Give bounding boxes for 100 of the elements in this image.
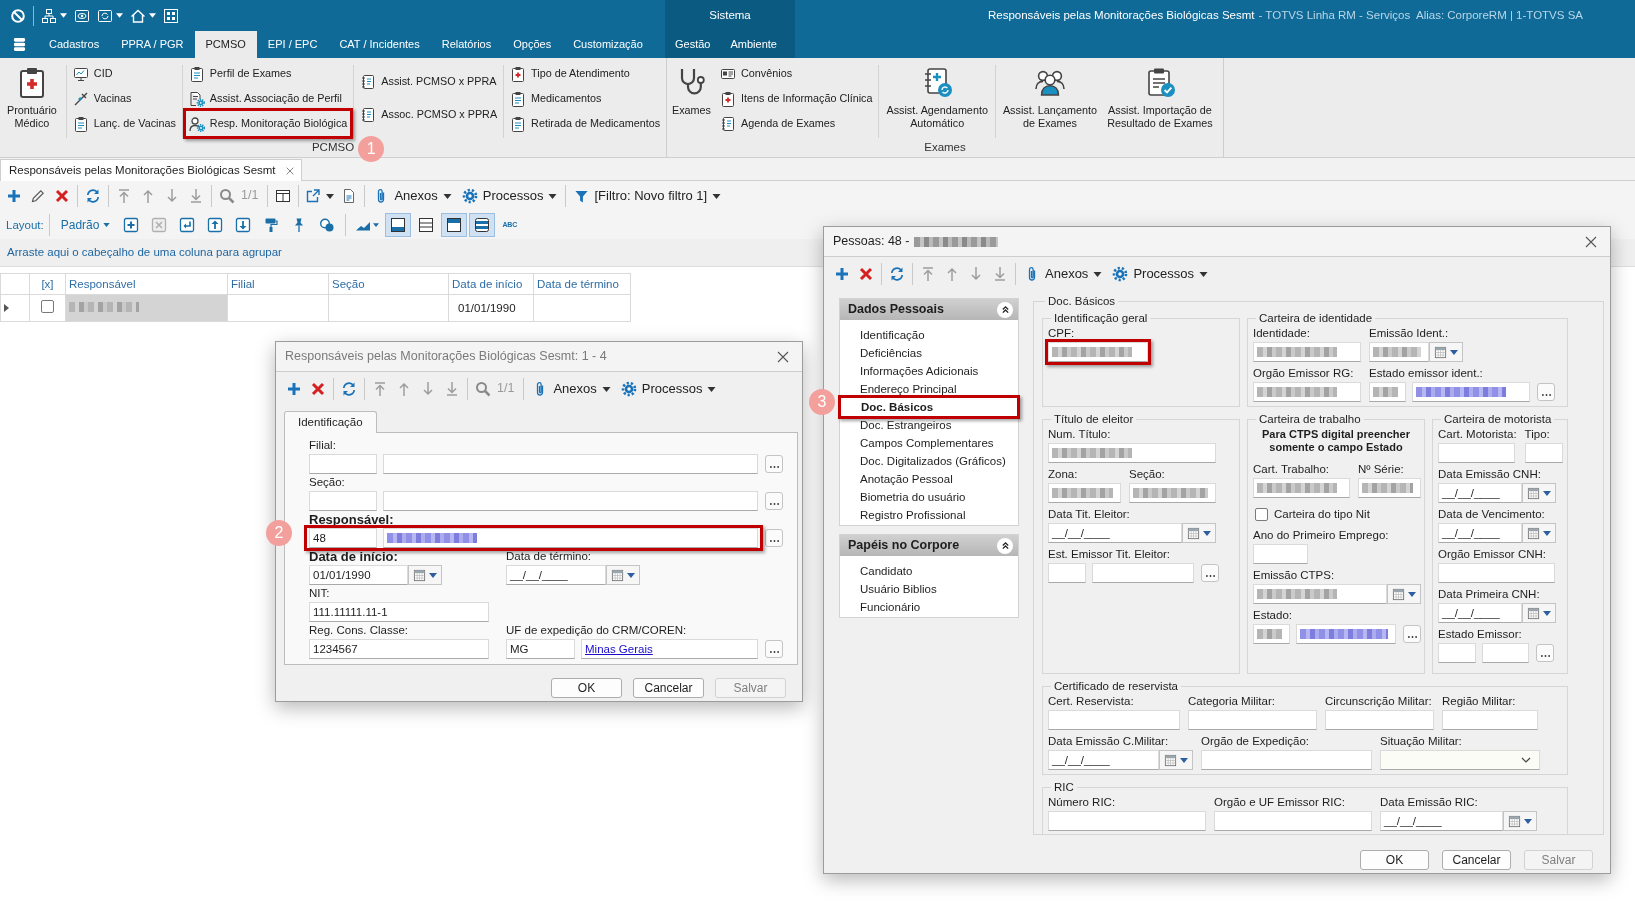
column-header[interactable]: Seção xyxy=(328,273,449,295)
lookup-button[interactable] xyxy=(1403,625,1421,643)
ribbon-button[interactable]: Tipo de Atendimento xyxy=(507,61,664,86)
dialog-button[interactable]: OK xyxy=(551,678,622,698)
menu-tab[interactable]: Relatórios xyxy=(430,31,503,58)
column-header[interactable]: [x] xyxy=(29,273,66,295)
dialog-button[interactable]: Cancelar xyxy=(633,678,704,698)
attachments-button[interactable]: Anexos xyxy=(527,377,616,401)
description-field[interactable] xyxy=(383,454,758,474)
sidebar-item[interactable]: Deficiências xyxy=(840,344,1018,362)
date-field[interactable]: __/__/____ xyxy=(1438,523,1522,543)
ribbon-button[interactable]: Exames xyxy=(667,61,716,140)
ribbon-button[interactable]: Assist. Importação de Resultado de Exames xyxy=(1102,61,1218,140)
text-field[interactable]: 111.11111.11-1 xyxy=(309,602,489,622)
date-field[interactable]: __/__/____ xyxy=(1048,523,1182,543)
attachments-button[interactable]: Anexos xyxy=(368,184,457,208)
collapse-button[interactable] xyxy=(997,301,1013,318)
description-field[interactable] xyxy=(1482,643,1529,663)
ribbon-button[interactable]: CID xyxy=(69,61,179,86)
code-field[interactable]: MG xyxy=(506,639,575,659)
close-tab-button[interactable] xyxy=(285,166,294,175)
date-field[interactable]: __/__/____ xyxy=(1438,603,1522,623)
ribbon-button[interactable]: Vacinas xyxy=(69,86,179,111)
lookup-button[interactable] xyxy=(765,492,783,510)
text-field[interactable] xyxy=(1358,478,1421,498)
text-field[interactable] xyxy=(1438,443,1515,463)
checkbox[interactable] xyxy=(41,299,54,313)
ribbon-button[interactable]: Assist. Lançamento de Exames xyxy=(997,61,1103,140)
ribbon-button[interactable]: Lanç. de Vacinas xyxy=(69,111,179,136)
select-field[interactable] xyxy=(1380,750,1540,770)
date-field[interactable] xyxy=(1369,342,1429,362)
text-field[interactable] xyxy=(1253,342,1361,362)
lookup-button[interactable] xyxy=(765,455,783,473)
layout-toggle-button[interactable] xyxy=(441,213,468,237)
ribbon-button[interactable]: Convênios xyxy=(717,61,876,86)
ribbon-button[interactable]: Prontuário Médico xyxy=(0,61,64,140)
dialog-button[interactable]: Cancelar xyxy=(1442,850,1511,870)
code-field[interactable] xyxy=(309,454,377,474)
code-field[interactable] xyxy=(1369,382,1406,402)
lookup-button[interactable] xyxy=(765,529,783,547)
text-field[interactable] xyxy=(1253,478,1350,498)
description-field[interactable] xyxy=(383,491,758,511)
sidebar-item[interactable]: Doc. Digitalizados (Gráficos) xyxy=(840,452,1018,470)
sidebar-item[interactable]: Doc. Estrangeiros xyxy=(840,416,1018,434)
menu-tab[interactable]: CAT / Incidentes xyxy=(328,31,431,58)
collapse-button[interactable] xyxy=(997,537,1013,554)
menu-tab[interactable]: Opções xyxy=(502,31,563,58)
ribbon-button[interactable]: Agenda de Exames xyxy=(717,111,876,136)
date-field[interactable]: __/__/____ xyxy=(506,565,606,585)
menu-tab[interactable]: Ambiente xyxy=(720,31,787,58)
sidebar-item[interactable]: Usuário Biblios xyxy=(840,580,1018,598)
sidebar-item[interactable]: Doc. Básicos xyxy=(841,398,1017,416)
description-field[interactable] xyxy=(1092,563,1194,583)
ribbon-button[interactable]: Itens de Informação Clínica xyxy=(717,86,876,111)
sidebar-item[interactable]: Anotação Pessoal xyxy=(840,470,1018,488)
description-field[interactable] xyxy=(1296,624,1396,644)
text-field[interactable] xyxy=(1438,563,1555,583)
calendar-button[interactable] xyxy=(1429,342,1463,362)
ribbon-button[interactable]: Resp. Monitoração Biológica xyxy=(185,111,351,136)
date-field[interactable]: 01/01/1990 xyxy=(309,565,408,585)
sidebar-item[interactable]: Endereço Principal xyxy=(840,380,1018,398)
column-header[interactable]: Data de término xyxy=(533,273,631,295)
processes-button[interactable]: Processos xyxy=(456,184,563,208)
filter-button[interactable]: [Filtro: Novo filtro 1] xyxy=(569,184,727,208)
text-field[interactable]: 1234567 xyxy=(309,639,489,659)
text-field[interactable] xyxy=(1214,811,1372,831)
layout-toggle-button[interactable] xyxy=(469,213,496,237)
text-field[interactable] xyxy=(1253,544,1308,564)
ribbon-button[interactable]: Retirada de Medicamentos xyxy=(507,111,664,136)
ribbon-button[interactable]: Perfil de Exames xyxy=(185,61,351,86)
description-field[interactable] xyxy=(383,528,758,548)
ribbon-button[interactable]: Medicamentos xyxy=(507,86,664,111)
text-field[interactable] xyxy=(1048,710,1180,730)
description-field[interactable]: Minas Gerais xyxy=(581,639,758,659)
text-field[interactable] xyxy=(1048,483,1121,503)
menu-tab[interactable]: Cadastros xyxy=(38,31,111,58)
menu-tab[interactable]: PCMSO xyxy=(194,31,257,58)
sidebar-item[interactable]: Funcionário xyxy=(840,598,1018,616)
ribbon-button[interactable]: Assist. Associação de Perfil xyxy=(185,86,351,111)
lookup-button[interactable] xyxy=(1536,644,1554,662)
layout-toggle-button[interactable] xyxy=(385,213,412,237)
layout-dropdown[interactable]: Padrão xyxy=(54,217,117,233)
date-field[interactable]: __/__/____ xyxy=(1048,750,1159,770)
text-field[interactable] xyxy=(1325,710,1434,730)
text-field[interactable] xyxy=(1048,443,1216,463)
menu-tab[interactable]: Customização xyxy=(562,31,654,58)
column-header[interactable]: Filial xyxy=(227,273,329,295)
calendar-button[interactable] xyxy=(1503,811,1537,831)
ribbon-button[interactable]: Assist. Agendamento Automático xyxy=(881,61,993,140)
code-field[interactable] xyxy=(1253,624,1290,644)
lookup-button[interactable] xyxy=(1537,383,1555,401)
sidebar-item[interactable]: Informações Adicionais xyxy=(840,362,1018,380)
code-field[interactable] xyxy=(1438,643,1476,663)
text-field[interactable] xyxy=(1201,750,1372,770)
date-field[interactable]: __/__/____ xyxy=(1380,811,1503,831)
code-field[interactable]: 48 xyxy=(309,528,377,548)
processes-button[interactable]: Processos xyxy=(615,377,722,401)
calendar-button[interactable] xyxy=(408,565,442,585)
document-tab[interactable]: Responsáveis pelas Monitorações Biológicas Sesmt xyxy=(0,159,302,181)
sidebar-item[interactable]: Candidato xyxy=(840,562,1018,580)
